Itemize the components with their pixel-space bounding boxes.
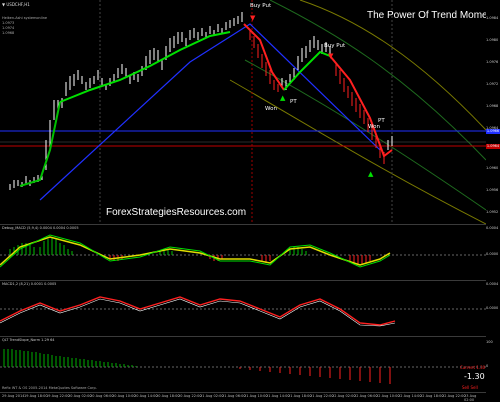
sub-panel-macd2[interactable]: MACD1,2 (8,21) 0.0001 0.0005 bbox=[0, 280, 486, 337]
time-label-14: 21 Aug 22:00 bbox=[310, 394, 334, 398]
time-label-12: 21 Aug 14:00 bbox=[266, 394, 290, 398]
macd2-canvas bbox=[0, 296, 486, 327]
moving-average-green bbox=[59, 31, 231, 103]
macd-canvas bbox=[0, 234, 486, 268]
annotation-pt-1: PT bbox=[290, 99, 297, 105]
annotation-buy-put-1: Buy Put bbox=[250, 3, 272, 9]
main-chart-canvas: ▼ ▼ ▲ ▲ bbox=[0, 0, 486, 224]
price-axis: 1.0984 1.0980 1.0976 1.0972 1.0968 1.096… bbox=[486, 0, 500, 400]
info-line-2: 1.0973 bbox=[2, 21, 15, 25]
time-label-15: 22 Aug 02:00 bbox=[332, 394, 356, 398]
watermark: ForexStrategiesResources.com bbox=[106, 207, 247, 218]
red-price-tag: 1.0964 bbox=[486, 144, 500, 149]
current-price-tag: 1.0966 bbox=[486, 129, 500, 134]
time-label-5: 20 Aug 10:00 bbox=[112, 394, 136, 398]
sell-arrow-1: ▼ bbox=[250, 14, 256, 22]
macd-label: Debug_MACD (5,9,4) 0.0004 0.0004 0.0005 bbox=[2, 226, 79, 230]
trendslope-val-big: -1.30 bbox=[464, 372, 485, 381]
time-label-17: 22 Aug 10:00 bbox=[376, 394, 400, 398]
info-line-4: 1.0968 bbox=[2, 31, 15, 35]
info-line-3: 1.0974 bbox=[2, 26, 15, 30]
price-label-2: 1.0976 bbox=[486, 60, 499, 64]
time-label-11: 21 Aug 10:00 bbox=[244, 394, 268, 398]
price-label-4: 1.0968 bbox=[486, 104, 499, 108]
time-label-2: 19 Aug 22:00 bbox=[46, 394, 70, 398]
sub-axis-label-0: 0.0004 bbox=[486, 226, 499, 230]
moving-average-green-up bbox=[283, 50, 331, 91]
sub-axis-label-4: 100 bbox=[486, 340, 493, 344]
time-label-18: 22 Aug 14:00 bbox=[398, 394, 422, 398]
sub-axis-label-2: 0.0004 bbox=[486, 282, 499, 286]
macd2-red-line bbox=[0, 296, 396, 326]
price-label-3: 1.0972 bbox=[486, 82, 499, 86]
annotation-won-1: Won bbox=[265, 106, 277, 112]
time-label-21: 23 Aug 02:00 bbox=[464, 394, 477, 402]
trendslope-val-top: Current 1.30 bbox=[460, 365, 486, 370]
macd2-white-line bbox=[0, 298, 396, 327]
time-label-9: 21 Aug 02:00 bbox=[200, 394, 224, 398]
lower-band-inner bbox=[244, 59, 486, 211]
bearish-candles bbox=[249, 30, 385, 164]
sub-axis-label-3: 0.0000 bbox=[486, 306, 499, 310]
lower-band-outer bbox=[229, 79, 486, 224]
time-label-10: 21 Aug 06:00 bbox=[222, 394, 246, 398]
symbol-line: ▼ USDCHF,H1 bbox=[2, 2, 30, 7]
chart-title: The Power Of Trend Momentum bbox=[367, 10, 500, 21]
time-label-13: 21 Aug 18:00 bbox=[288, 394, 312, 398]
time-label-4: 20 Aug 06:00 bbox=[90, 394, 114, 398]
price-label-6: 1.0960 bbox=[486, 166, 499, 170]
trendslope-val-bottom: Sell Sell bbox=[462, 385, 478, 390]
sell-arrow-2: ▼ bbox=[328, 52, 334, 60]
time-label-19: 22 Aug 18:00 bbox=[420, 394, 444, 398]
blue-trendline bbox=[39, 23, 381, 201]
time-label-0: 29 Aug 2014 bbox=[2, 394, 25, 398]
time-label-8: 20 Aug 22:00 bbox=[178, 394, 202, 398]
main-chart-panel[interactable]: ▼ ▼ ▲ ▲ ▼ USDCHF,H1 Heiken-Ashi systemon… bbox=[0, 0, 500, 224]
trendslope-label: QLT TrendSlope_Norm 1.29 64 bbox=[2, 338, 55, 342]
price-label-8: 1.0952 bbox=[486, 210, 499, 214]
time-label-1: 19 Aug 18:00 bbox=[24, 394, 48, 398]
time-label-7: 20 Aug 18:00 bbox=[156, 394, 180, 398]
price-label-1: 1.0980 bbox=[486, 38, 499, 42]
buy-arrow-1: ▲ bbox=[280, 94, 286, 102]
annotation-won-2: Won bbox=[368, 124, 380, 130]
buy-arrow-2: ▲ bbox=[368, 170, 374, 178]
price-label-7: 1.0956 bbox=[486, 188, 499, 192]
trendslope-canvas bbox=[0, 349, 486, 384]
time-label-6: 20 Aug 14:00 bbox=[134, 394, 158, 398]
info-line-1: Heiken-Ashi systemonline bbox=[2, 16, 48, 20]
price-label-0: 1.0984 bbox=[486, 16, 499, 20]
sub-panel-trendslope[interactable]: QLT TrendSlope_Norm 1.29 64 Refix WT & O… bbox=[0, 336, 486, 393]
trendslope-footer: Refix WT & OS 2005-2014 MetaQuotes Softw… bbox=[2, 386, 97, 390]
macd-signal-line bbox=[0, 236, 391, 266]
sub-axis-label-1: 0.0000 bbox=[486, 252, 499, 256]
time-label-20: 22 Aug 22:00 bbox=[442, 394, 466, 398]
time-label-3: 20 Aug 02:00 bbox=[68, 394, 92, 398]
sub-panel-macd[interactable]: Debug_MACD (5,9,4) 0.0004 0.0004 0.0005 bbox=[0, 224, 486, 281]
time-label-16: 22 Aug 06:00 bbox=[354, 394, 378, 398]
upper-band-inner bbox=[269, 0, 486, 161]
annotation-buy-put-2: Buy Put bbox=[324, 43, 346, 49]
macd2-label: MACD1,2 (8,21) 0.0001 0.0005 bbox=[2, 282, 57, 286]
sub-axis-label-5: 0 bbox=[486, 364, 489, 368]
